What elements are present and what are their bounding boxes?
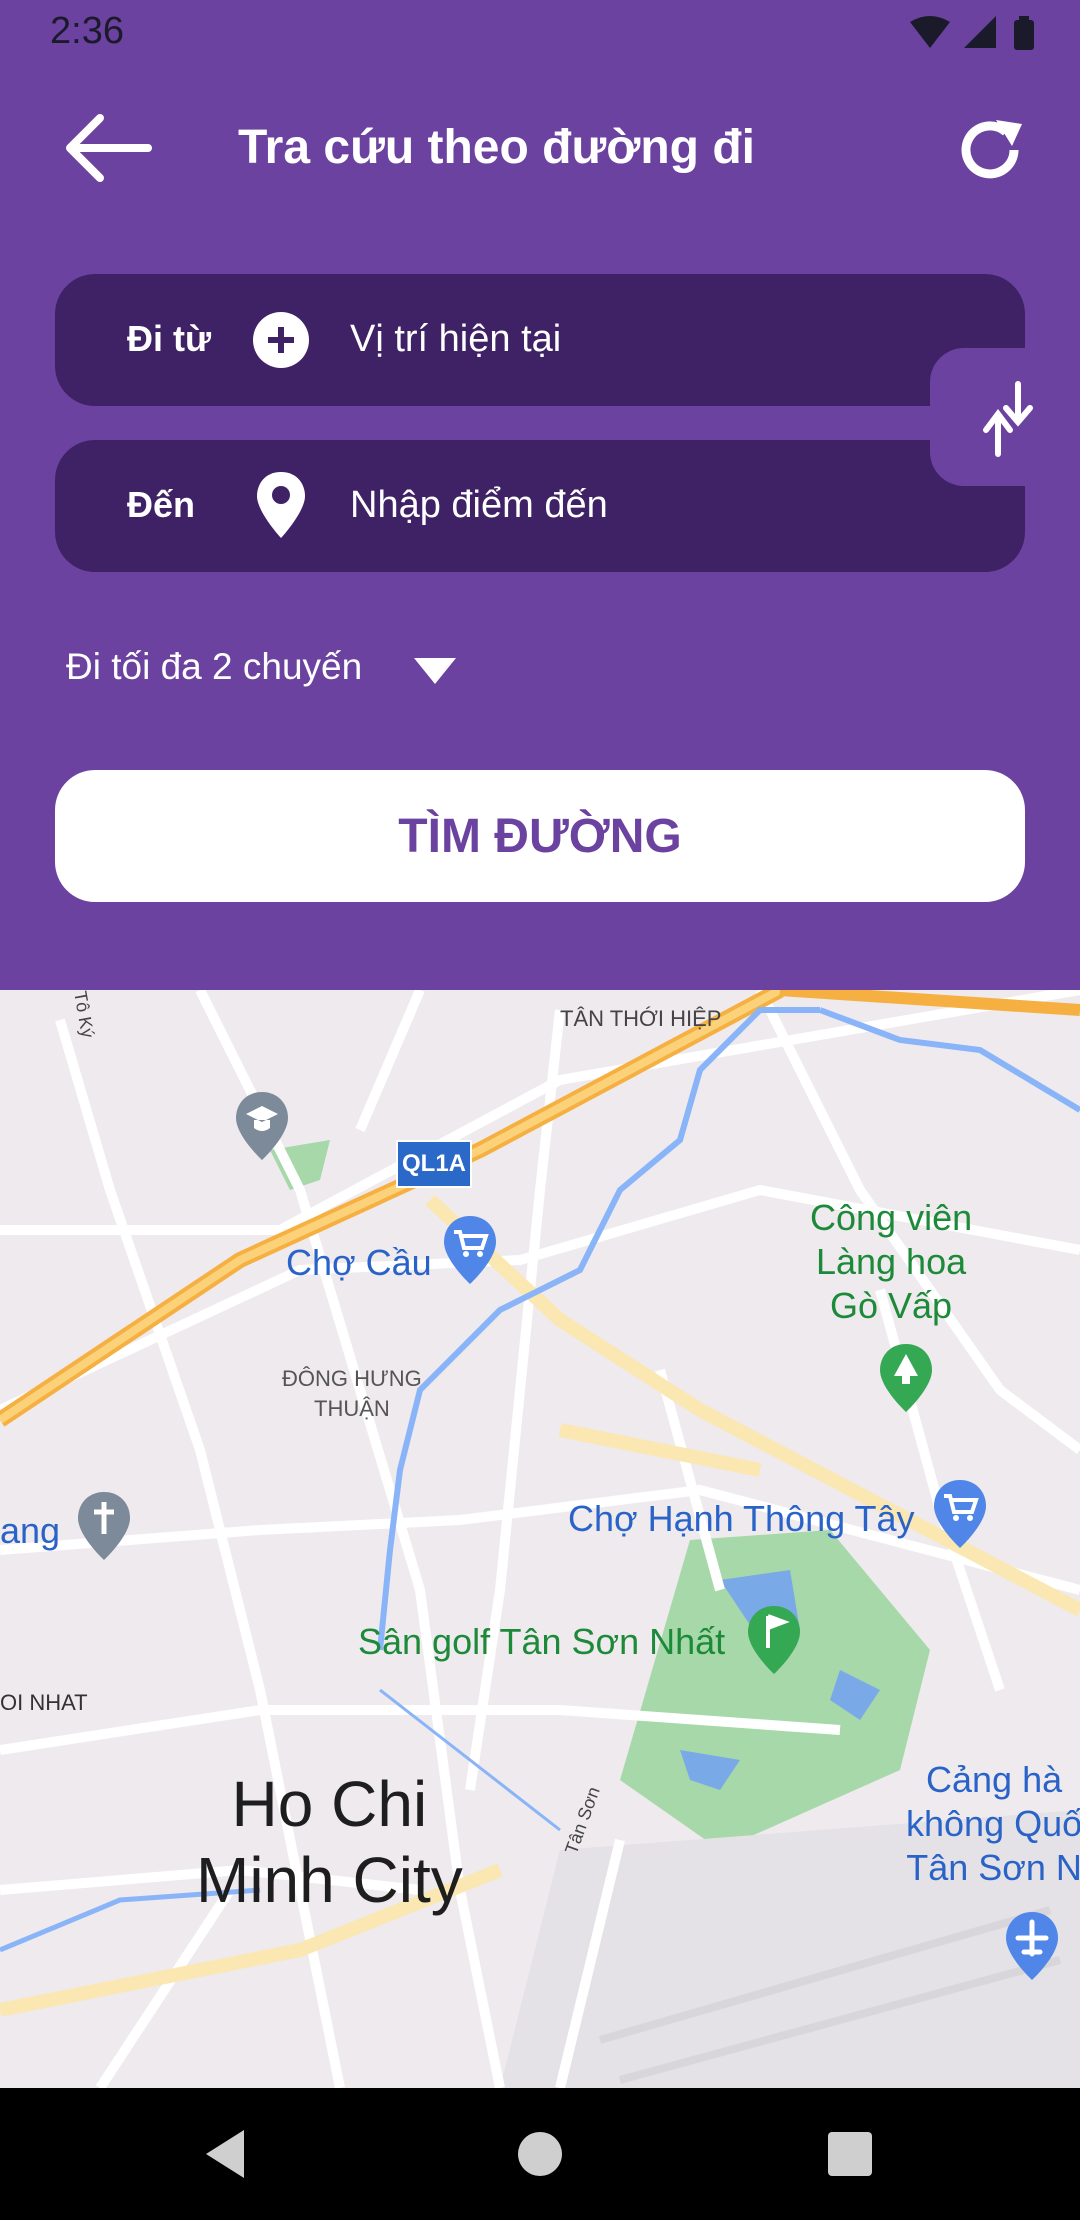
golf-pin-icon[interactable] — [744, 1604, 804, 1676]
signal-icon — [964, 16, 996, 48]
map-roads — [0, 990, 1080, 2088]
page-title: Tra cứu theo đường đi — [238, 121, 755, 174]
chevron-down-icon[interactable] — [410, 652, 460, 688]
nav-recents-icon[interactable] — [820, 2124, 880, 2184]
nav-back-icon[interactable] — [196, 2124, 256, 2184]
max-trips-dropdown-label[interactable]: Đi tối đa 2 chuyến — [66, 646, 362, 688]
airport-pin-icon[interactable] — [1002, 1910, 1062, 1982]
refresh-icon[interactable] — [950, 110, 1030, 190]
status-icons — [910, 16, 1034, 50]
map-label-tan-thoi-hiep: TÂN THỚI HIỆP — [560, 1006, 722, 1031]
status-time: 2:36 — [50, 10, 124, 52]
map-label-cong-vien[interactable]: Công viên Làng hoa Gò Vấp — [810, 1196, 972, 1328]
search-route-button[interactable]: TÌM ĐƯỜNG — [55, 770, 1025, 902]
plus-circle-icon — [253, 312, 309, 368]
map-label-ang: ang — [0, 1510, 61, 1551]
park-pin-icon[interactable] — [876, 1342, 936, 1414]
school-pin-icon[interactable] — [232, 1090, 292, 1162]
system-navigation-bar — [0, 2088, 1080, 2220]
back-arrow-icon[interactable] — [60, 108, 160, 188]
map-label-oi-nhat: OI NHAT — [0, 1690, 88, 1715]
swap-button[interactable] — [930, 348, 1080, 486]
map-label-airport[interactable]: Cảng hà không Quố Tân Sơn N — [906, 1758, 1080, 1890]
map-view[interactable]: TÂN THỚI HIỆP Tô Ký Chợ Cầu Công viên Là… — [0, 990, 1080, 2088]
swap-arrows-icon — [983, 381, 1033, 457]
wifi-icon — [910, 16, 950, 48]
shopping-cart-pin-icon-2[interactable] — [930, 1478, 990, 1550]
map-label-dong-hung-thuan: ĐÔNG HƯNG THUẬN — [282, 1366, 422, 1421]
to-label: Đến — [127, 484, 196, 525]
to-field[interactable]: Đến Nhập điểm đến — [55, 440, 1025, 572]
nav-home-icon[interactable] — [510, 2124, 570, 2184]
from-label: Đi từ — [127, 318, 212, 359]
shopping-cart-pin-icon[interactable] — [440, 1214, 500, 1286]
map-label-city: Ho Chi Minh City — [196, 1768, 463, 1916]
from-value: Vị trí hiện tại — [350, 318, 562, 360]
location-pin-icon — [257, 472, 305, 538]
map-label-cho-hanh-thong-tay[interactable]: Chợ Hạnh Thông Tây — [568, 1498, 914, 1540]
header-panel: 2:36 Tra cứu theo đường đi Đi từ Vị trí … — [0, 0, 1080, 990]
church-pin-icon[interactable] — [74, 1490, 134, 1562]
map-label-cho-cau[interactable]: Chợ Cầu — [286, 1242, 432, 1284]
from-field[interactable]: Đi từ Vị trí hiện tại — [55, 274, 1025, 406]
map-label-san-golf[interactable]: Sân golf Tân Sơn Nhất — [358, 1620, 725, 1664]
battery-icon — [1014, 20, 1034, 50]
to-input[interactable]: Nhập điểm đến — [350, 484, 608, 527]
highway-shield: QL1A — [396, 1140, 472, 1188]
